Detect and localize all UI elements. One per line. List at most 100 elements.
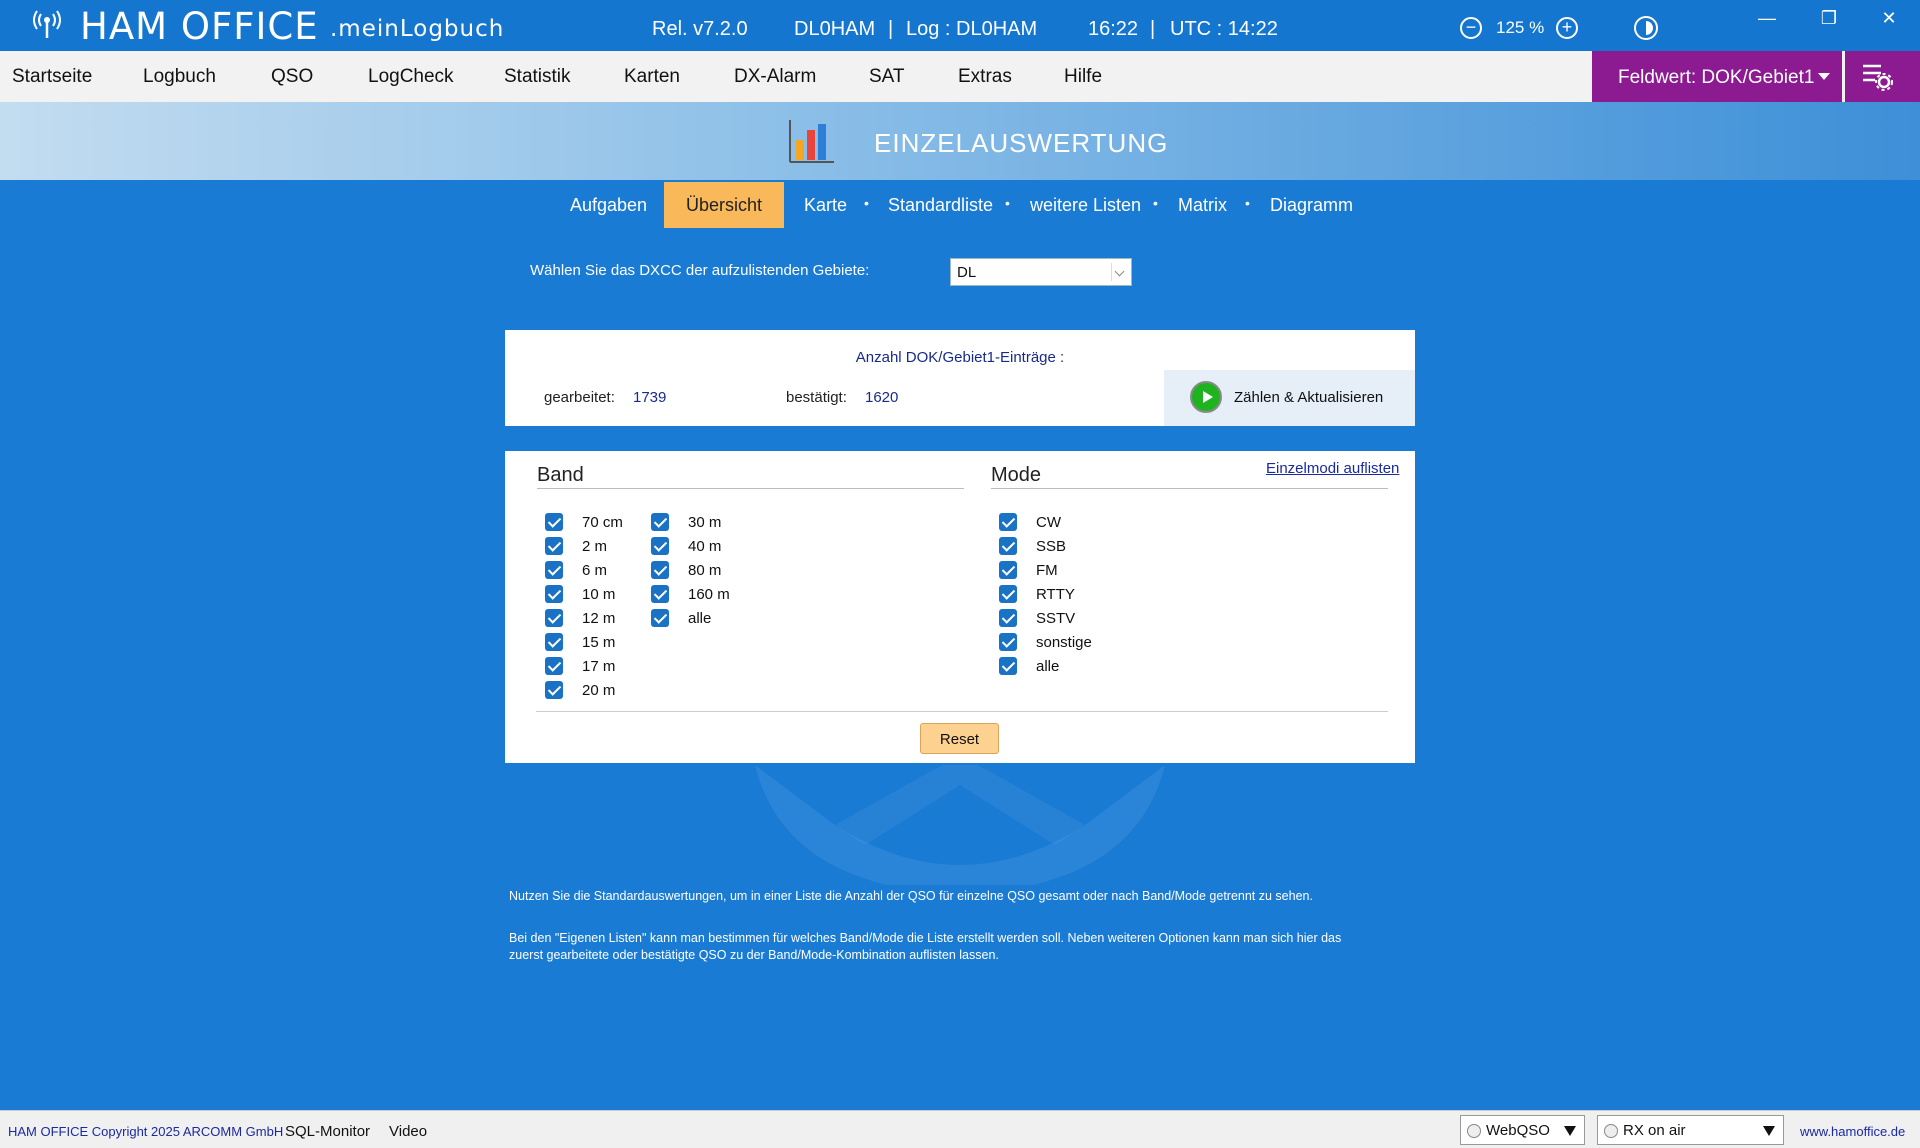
checkbox[interactable] [999,561,1017,579]
tab-standardliste[interactable]: Standardliste [888,195,993,216]
count-refresh-button[interactable]: Zählen & Aktualisieren [1164,370,1415,426]
rx-on-air-dropdown[interactable]: RX on air [1597,1115,1784,1145]
separator: | [1150,18,1156,40]
tab-diagramm[interactable]: Diagramm [1270,195,1353,216]
checkbox-label: 160 m [688,586,730,603]
page-title: EINZELAUSWERTUNG [874,128,1169,158]
tab-separator: • [1153,195,1158,211]
play-icon [1190,381,1222,413]
menu-karten[interactable]: Karten [624,66,680,88]
info-paragraph: Bei den "Eigenen Listen" kann man bestim… [509,931,1342,945]
checkbox-label: 10 m [582,586,616,603]
dxcc-label: Wählen Sie das DXCC der aufzulistenden G… [530,262,870,279]
checkbox[interactable] [999,609,1017,627]
zoom-out-icon[interactable]: − [1460,17,1482,39]
checkbox[interactable] [545,681,563,699]
menu-settings-icon [1863,64,1893,91]
checkbox-label: 40 m [688,538,722,555]
checkbox[interactable] [999,513,1017,531]
copyright-text: HAM OFFICE Copyright 2025 ARCOMM GmbH [8,1124,284,1139]
background-logo [755,765,1165,885]
zoom-in-icon[interactable]: + [1556,17,1578,39]
checkbox[interactable] [545,657,563,675]
band-title: Band [537,464,584,486]
checkbox-label: 12 m [582,610,616,627]
checkbox[interactable] [651,537,669,555]
menu-logbuch[interactable]: Logbuch [143,66,216,88]
tab-uebersicht[interactable]: Übersicht [664,182,784,228]
checkbox-label: 70 cm [582,514,623,531]
count-panel: Anzahl DOK/Gebiet1-Einträge : gearbeitet… [505,330,1415,426]
tab-weitere-listen[interactable]: weitere Listen [1030,195,1141,216]
checkbox[interactable] [999,585,1017,603]
chevron-down-icon [1111,263,1127,281]
status-indicator-icon [1604,1124,1618,1138]
checkbox-label: 30 m [688,514,722,531]
video-link[interactable]: Video [389,1123,427,1140]
worked-label: gearbeitet: [544,389,615,406]
checkbox[interactable] [651,513,669,531]
count-refresh-label: Zählen & Aktualisieren [1234,389,1384,406]
app-subtitle: .meinLogbuch [330,16,505,42]
checkbox-label: sonstige [1036,634,1092,651]
filter-panel: Band Mode Einzelmodi auflisten 70 cm 2 m… [505,451,1415,763]
contrast-icon[interactable] [1634,16,1658,40]
status-indicator-icon [1467,1124,1481,1138]
checkbox[interactable] [545,633,563,651]
main-menu: Startseite Logbuch QSO LogCheck Statisti… [0,51,1920,102]
feldwert-dropdown[interactable]: Feldwert: DOK/Gebiet1 [1592,51,1842,102]
zoom-level: 125 % [1496,18,1545,37]
separator: | [888,18,894,40]
count-title: Anzahl DOK/Gebiet1-Einträge : [855,349,1065,366]
menu-statistik[interactable]: Statistik [504,66,571,88]
utc-time: UTC : 14:22 [1170,18,1278,40]
menu-logcheck[interactable]: LogCheck [368,66,454,88]
checkbox[interactable] [999,657,1017,675]
rx-on-air-label: RX on air [1623,1122,1686,1139]
close-icon[interactable]: ✕ [1874,8,1904,32]
checkbox[interactable] [999,537,1017,555]
checkbox-label: 15 m [582,634,616,651]
sql-monitor-link[interactable]: SQL-Monitor [285,1123,370,1140]
checkbox[interactable] [651,609,669,627]
checkbox-label: FM [1036,562,1058,579]
title-bar: HAM OFFICE .meinLogbuch Rel. v7.2.0 DL0H… [0,0,1920,51]
app-title: HAM OFFICE [80,5,319,48]
menu-startseite[interactable]: Startseite [12,66,92,88]
checkbox-label: 17 m [582,658,616,675]
dxcc-value: DL [957,264,977,281]
webqso-label: WebQSO [1486,1122,1550,1139]
menu-extras[interactable]: Extras [958,66,1012,88]
checkbox[interactable] [545,585,563,603]
minimize-icon[interactable]: — [1752,8,1782,32]
menu-qso[interactable]: QSO [271,66,313,88]
menu-hilfe[interactable]: Hilfe [1064,66,1102,88]
restore-icon[interactable]: ❐ [1814,8,1844,32]
webqso-dropdown[interactable]: WebQSO [1460,1115,1585,1145]
checkbox[interactable] [651,585,669,603]
checkbox[interactable] [651,561,669,579]
antenna-icon [33,10,61,38]
feldwert-label: Feldwert: DOK/Gebiet1 [1618,67,1815,88]
checkbox[interactable] [545,513,563,531]
tab-aufgaben[interactable]: Aufgaben [570,195,647,216]
info-paragraph: Nutzen Sie die Standardauswertungen, um … [509,889,1313,903]
dxcc-select[interactable]: DL [950,258,1132,286]
website-link[interactable]: www.hamoffice.de [1800,1124,1905,1139]
menu-dx-alarm[interactable]: DX-Alarm [734,66,816,88]
tab-karte[interactable]: Karte [804,195,847,216]
checkbox-label: RTTY [1036,586,1075,603]
checkbox[interactable] [545,537,563,555]
tab-matrix[interactable]: Matrix [1178,195,1227,216]
checkbox[interactable] [999,633,1017,651]
confirmed-label: bestätigt: [786,389,847,406]
reset-button[interactable]: Reset [920,723,999,754]
einzelmodi-link[interactable]: Einzelmodi auflisten [1266,460,1399,477]
checkbox-label: 20 m [582,682,616,699]
info-paragraph: zuerst gearbeitete oder bestätigte QSO z… [509,948,999,962]
checkbox[interactable] [545,561,563,579]
settings-button[interactable] [1845,51,1920,102]
checkbox[interactable] [545,609,563,627]
menu-sat[interactable]: SAT [869,66,905,88]
tab-separator: • [1245,195,1250,211]
